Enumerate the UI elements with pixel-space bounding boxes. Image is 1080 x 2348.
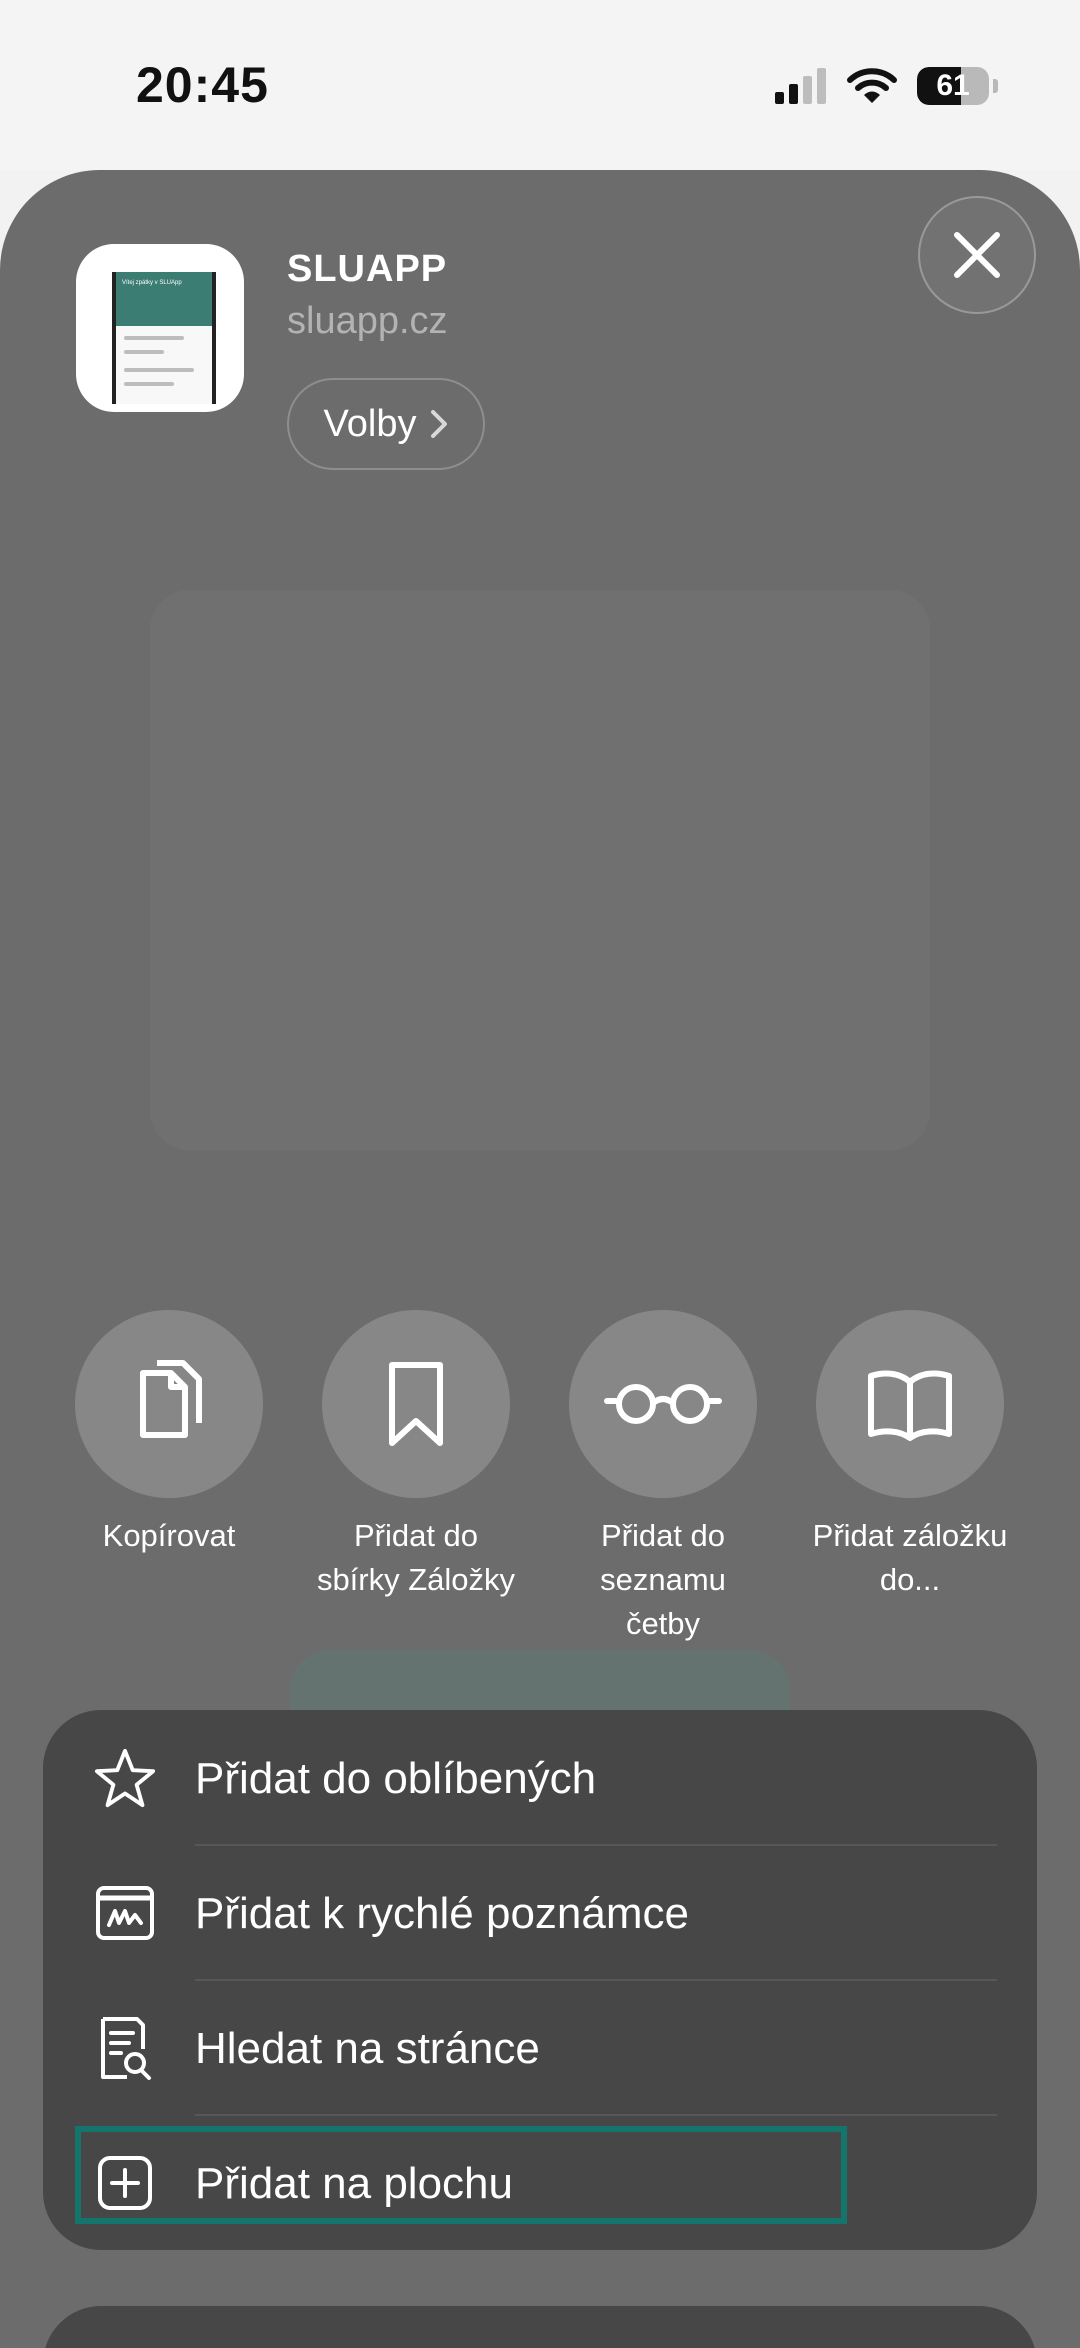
menu-item-find-on-page[interactable]: Hledat na stránce	[43, 1980, 1037, 2115]
action-label: Přidat záložku do...	[812, 1518, 1008, 1597]
thumbnail-line	[124, 368, 194, 372]
app-url: sluapp.cz	[287, 300, 448, 342]
thumbnail-header: Vítej zpátky v SLUApp	[116, 272, 212, 326]
star-icon	[93, 1746, 157, 1810]
action-reading-list[interactable]: Přidat do seznamu četby	[543, 1310, 783, 1646]
action-circle	[322, 1310, 510, 1498]
menu-item-label: Přidat do oblíbených	[195, 1754, 597, 1803]
chevron-right-icon	[431, 410, 448, 438]
battery-level: 61	[936, 69, 970, 102]
bookmark-icon	[389, 1362, 443, 1446]
share-sheet: Vítej zpátky v SLUApp SLUAPP sluapp.cz V…	[0, 170, 1080, 2348]
thumbnail-preview: Vítej zpátky v SLUApp	[112, 272, 216, 404]
app-thumbnail: Vítej zpátky v SLUApp	[76, 244, 244, 412]
wifi-icon	[847, 68, 897, 103]
next-menu-card	[43, 2306, 1037, 2348]
thumbnail-line	[124, 382, 174, 386]
book-icon	[868, 1370, 952, 1441]
action-circle	[569, 1310, 757, 1498]
action-copy[interactable]: Kopírovat	[49, 1310, 289, 1558]
glasses-icon	[604, 1384, 722, 1424]
quick-note-icon	[93, 1881, 157, 1945]
action-circle	[75, 1310, 263, 1498]
thumbnail-header-text: Vítej zpátky v SLUApp	[122, 280, 182, 286]
options-button[interactable]: Volby	[287, 378, 485, 470]
menu-item-add-favorites[interactable]: Přidat do oblíbených	[43, 1710, 1037, 1845]
cellular-signal-icon	[775, 68, 826, 104]
battery-cap	[993, 79, 998, 93]
options-label: Volby	[323, 402, 417, 445]
thumbnail-line	[124, 336, 184, 340]
battery-icon: 61	[917, 67, 989, 105]
status-icons: 61	[775, 64, 998, 108]
menu-item-label: Hledat na stránce	[195, 2024, 540, 2073]
action-label: Kopírovat	[102, 1518, 236, 1553]
menu-item-label: Přidat k rychlé poznámce	[195, 1889, 689, 1938]
app-title: SLUAPP	[287, 248, 448, 290]
action-label: Přidat do seznamu četby	[600, 1518, 726, 1641]
menu-item-quick-note[interactable]: Přidat k rychlé poznámce	[43, 1845, 1037, 1980]
share-menu-list: Přidat do oblíbených Přidat k rychlé poz…	[43, 1710, 1037, 2250]
action-label: Přidat do sbírky Záložky	[316, 1518, 516, 1597]
action-add-bookmark-to[interactable]: Přidat záložku do...	[790, 1310, 1030, 1602]
action-circle	[816, 1310, 1004, 1498]
blurred-background	[150, 590, 930, 1150]
status-bar: 20:45 61	[0, 0, 1080, 170]
action-add-bookmark-collection[interactable]: Přidat do sbírky Záložky	[296, 1310, 536, 1602]
close-icon	[954, 232, 1000, 278]
thumbnail-line	[124, 350, 164, 354]
highlight-box	[75, 2126, 847, 2224]
status-time: 20:45	[136, 57, 269, 113]
close-button[interactable]	[918, 196, 1036, 314]
copy-icon	[140, 1360, 202, 1438]
find-on-page-icon	[93, 2016, 157, 2080]
